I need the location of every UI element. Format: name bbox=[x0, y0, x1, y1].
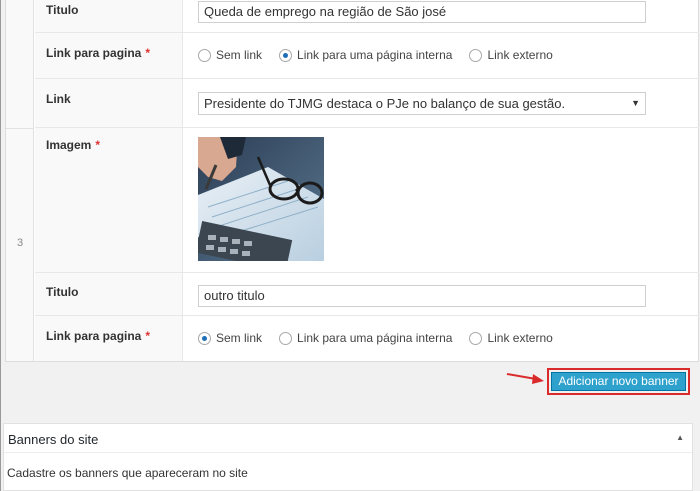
label-cell: Link para pagina * bbox=[35, 316, 183, 361]
radio-circle[interactable] bbox=[469, 331, 483, 345]
imagem-label: Imagem * bbox=[46, 138, 101, 152]
field-row-titulo-2: Titulo outro titulo bbox=[35, 273, 699, 316]
radio-circle-checked[interactable] bbox=[198, 331, 211, 345]
chevron-down-icon[interactable]: ▼ bbox=[631, 96, 640, 111]
select-value: Presidente do TJMG destaca o PJe no bala… bbox=[204, 96, 566, 111]
field-row-titulo: Titulo Queda de emprego na região de São… bbox=[35, 0, 699, 33]
required-mark: * bbox=[95, 138, 101, 152]
radio-label: Link externo bbox=[487, 331, 553, 345]
link-type-radio-group: Sem link Link para uma página interna Li… bbox=[198, 48, 570, 62]
row-divider bbox=[6, 128, 34, 129]
link-para-pagina-label: Link para pagina * bbox=[46, 329, 151, 343]
panel-title: Banners do site bbox=[8, 432, 99, 447]
radio-pagina-interna[interactable]: Link para uma página interna bbox=[279, 48, 452, 62]
link-para-pagina-label: Link para pagina * bbox=[46, 46, 151, 60]
required-mark: * bbox=[145, 46, 151, 60]
triangle-up-icon[interactable]: ▲ bbox=[676, 433, 684, 442]
banners-panel: Banners do site ▲ Cadastre os banners qu… bbox=[3, 423, 693, 491]
titulo-label: Titulo bbox=[46, 3, 79, 17]
link-label: Link bbox=[46, 92, 71, 106]
radio-circle-checked[interactable] bbox=[279, 48, 293, 62]
label-cell: Titulo bbox=[35, 273, 183, 315]
label-cell: Titulo bbox=[35, 0, 183, 32]
required-mark: * bbox=[145, 329, 151, 343]
radio-sem-link[interactable]: Sem link bbox=[198, 331, 262, 345]
radio-circle[interactable] bbox=[469, 48, 483, 62]
radio-label: Link para uma página interna bbox=[297, 331, 453, 345]
link-page-select[interactable]: Presidente do TJMG destaca o PJe no bala… bbox=[198, 92, 646, 115]
row-number: 3 bbox=[16, 237, 24, 249]
banner-repeater: 3 Titulo Queda de emprego na região de S… bbox=[5, 0, 699, 362]
banner-image-thumbnail[interactable] bbox=[198, 137, 324, 261]
radio-label: Link externo bbox=[487, 48, 553, 62]
field-row-link-para-pagina-2: Link para pagina * Sem link Link para uma… bbox=[35, 316, 699, 361]
label-cell: Link para pagina * bbox=[35, 33, 183, 78]
label-cell: Link bbox=[35, 79, 183, 127]
titulo-label: Titulo bbox=[46, 285, 79, 299]
annotation-arrow-icon bbox=[506, 373, 544, 384]
radio-link-externo[interactable]: Link externo bbox=[469, 48, 553, 62]
add-banner-highlight: Adicionar novo banner bbox=[547, 368, 690, 395]
label-cell: Imagem * bbox=[35, 128, 183, 272]
radio-circle[interactable] bbox=[279, 331, 293, 345]
field-row-link: Link Presidente do TJMG destaca o PJe no… bbox=[35, 79, 699, 128]
radio-link-externo[interactable]: Link externo bbox=[469, 331, 553, 345]
radio-sem-link[interactable]: Sem link bbox=[198, 48, 262, 62]
panel-description: Cadastre os banners que apareceram no si… bbox=[7, 466, 248, 480]
page-frame: 3 Titulo Queda de emprego na região de S… bbox=[0, 0, 700, 491]
radio-pagina-interna[interactable]: Link para uma página interna bbox=[279, 331, 452, 345]
panel-header[interactable]: Banners do site ▲ bbox=[4, 424, 692, 453]
field-row-imagem: Imagem * bbox=[35, 128, 699, 273]
radio-circle[interactable] bbox=[198, 48, 211, 62]
add-new-banner-button[interactable]: Adicionar novo banner bbox=[551, 372, 686, 391]
titulo-input[interactable]: Queda de emprego na região de São josé bbox=[198, 1, 646, 23]
link-type-radio-group: Sem link Link para uma página interna Li… bbox=[198, 331, 570, 345]
radio-label: Sem link bbox=[216, 331, 263, 345]
radio-label: Link para uma página interna bbox=[297, 48, 453, 62]
titulo-input[interactable]: outro titulo bbox=[198, 285, 646, 307]
field-row-link-para-pagina: Link para pagina * Sem link Link para uma… bbox=[35, 33, 699, 79]
radio-label: Sem link bbox=[216, 48, 263, 62]
row-index-column: 3 bbox=[6, 0, 34, 361]
